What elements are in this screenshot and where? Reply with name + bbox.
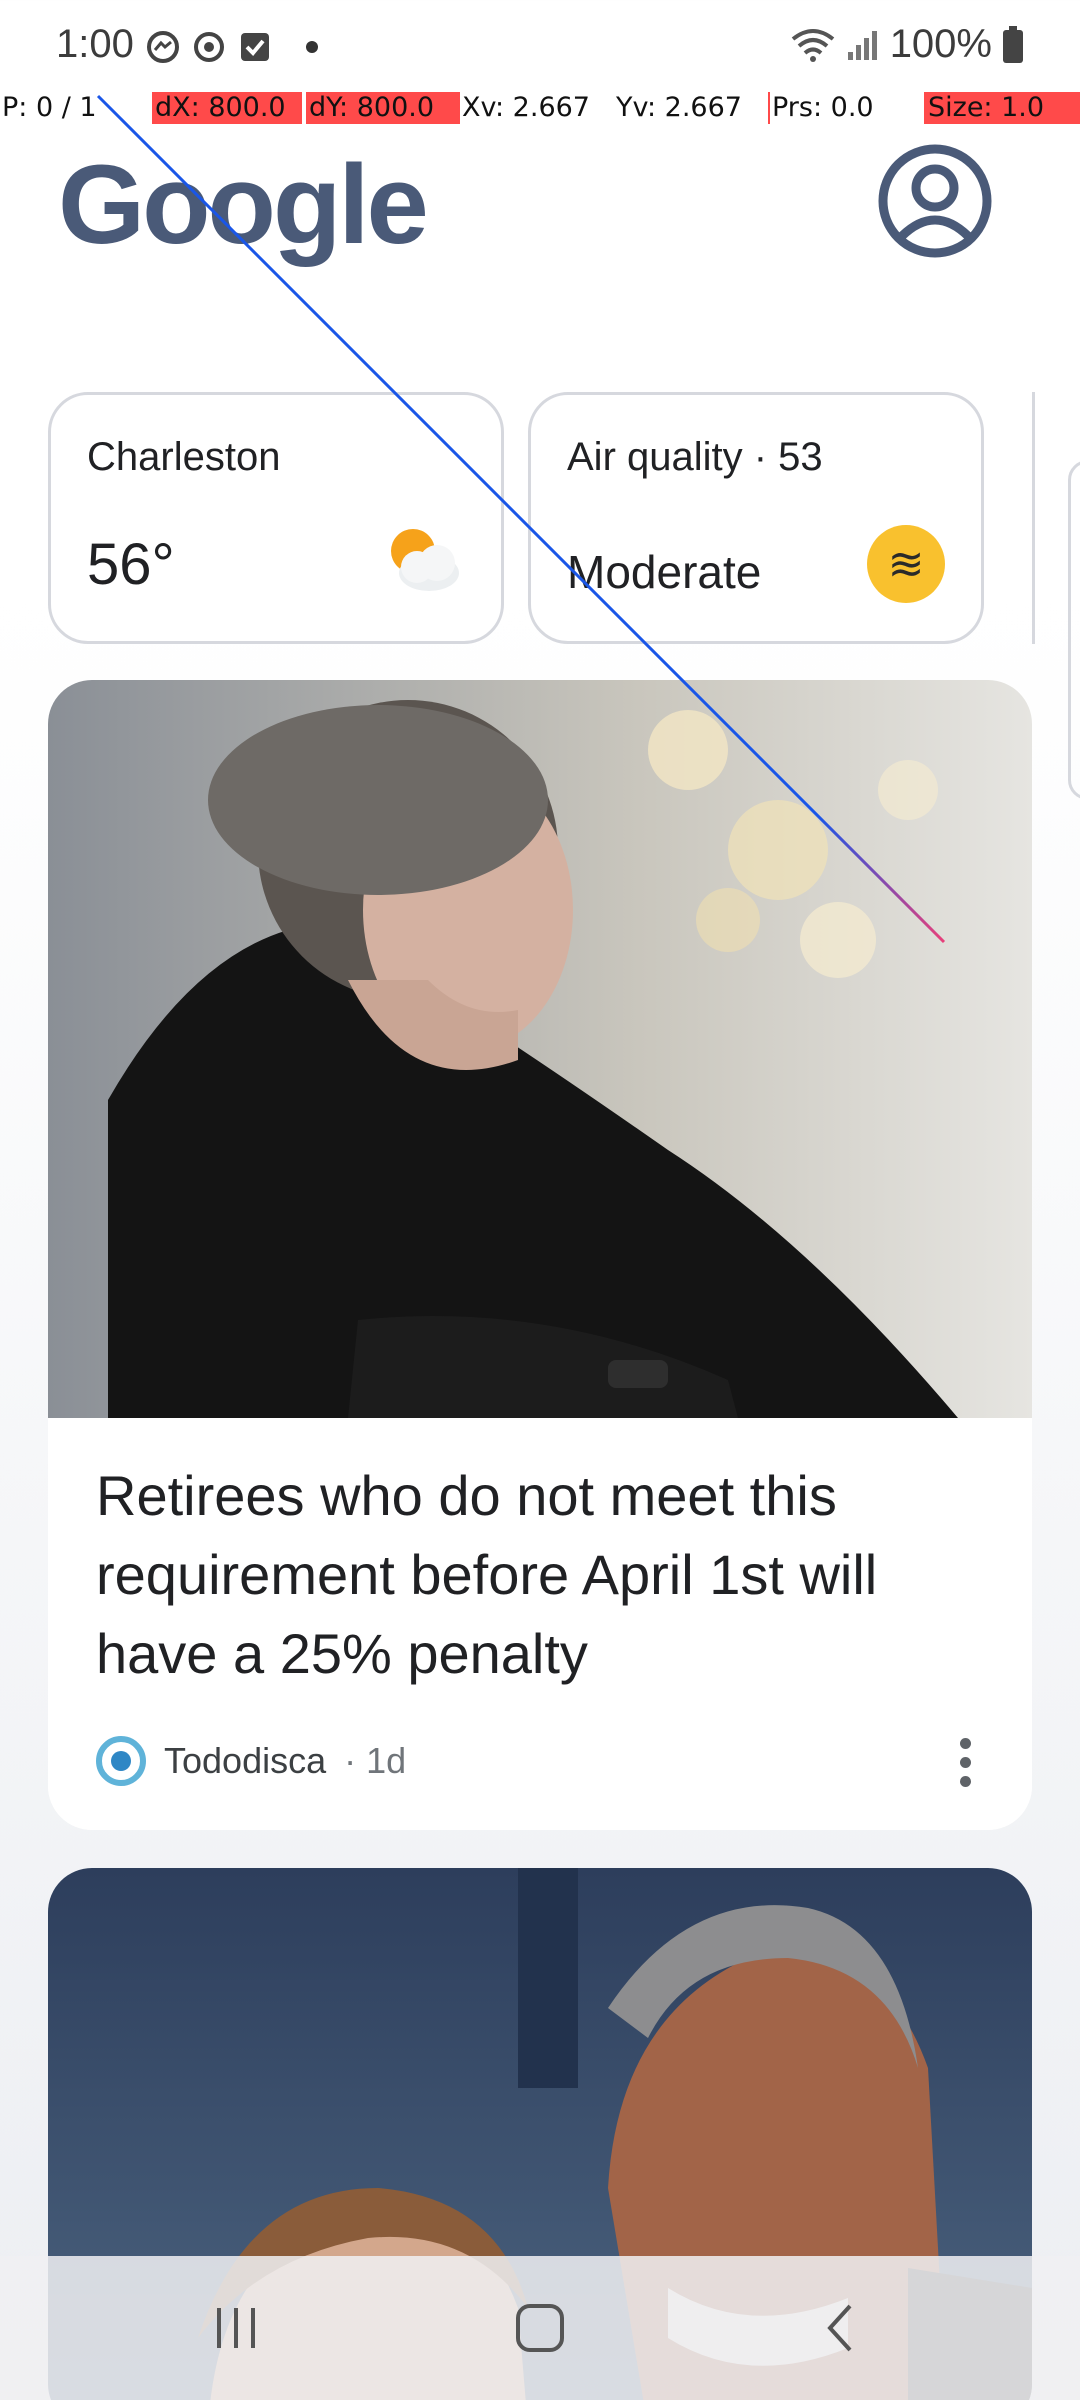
google-logo: Google bbox=[58, 142, 429, 267]
pointer-prs-tick bbox=[768, 92, 770, 124]
status-time: 1:00 bbox=[56, 22, 134, 66]
home-icon bbox=[516, 2304, 564, 2352]
messenger-icon bbox=[147, 31, 179, 63]
next-card-peek[interactable] bbox=[1068, 460, 1080, 800]
air-quality-card[interactable]: Air quality · 53 Moderate ≋ bbox=[528, 392, 984, 644]
air-quality-title: Air quality · 53 bbox=[567, 435, 823, 479]
news-card[interactable]: Retirees who do not meet this requiremen… bbox=[48, 680, 1032, 1830]
pointer-xv: Xv: 2.667 bbox=[462, 92, 590, 123]
navigation-bar bbox=[0, 2256, 1080, 2400]
elderly-woman-photo bbox=[48, 680, 1032, 1418]
wifi-icon bbox=[791, 28, 834, 62]
battery-percent: 100% bbox=[889, 22, 992, 66]
recents-button[interactable] bbox=[196, 2298, 276, 2358]
home-button[interactable] bbox=[500, 2298, 580, 2358]
account-button[interactable] bbox=[878, 144, 992, 258]
pointer-yv: Yv: 2.667 bbox=[616, 92, 742, 123]
air-quality-status: Moderate bbox=[567, 546, 762, 598]
recents-icon bbox=[217, 2308, 255, 2348]
pointer-location-bar: P: 0 / 1 dX: 800.0 dY: 800.0 Xv: 2.667 Y… bbox=[0, 92, 1080, 124]
dot-icon bbox=[306, 41, 318, 53]
weather-temperature: 56° bbox=[87, 532, 175, 597]
more-vert-icon bbox=[960, 1738, 971, 1749]
weather-card[interactable]: Charleston 56° bbox=[48, 392, 504, 644]
pointer-size: Size: 1.0 bbox=[924, 92, 1080, 124]
news-title[interactable]: Retirees who do not meet this requiremen… bbox=[96, 1456, 996, 1693]
signal-icon bbox=[847, 30, 877, 60]
source-logo-icon bbox=[96, 1736, 146, 1786]
back-icon bbox=[827, 2304, 852, 2352]
status-system-icons: 100% bbox=[790, 22, 1024, 67]
battery-icon bbox=[1003, 25, 1023, 63]
cards-edge-divider bbox=[1032, 392, 1035, 644]
air-waves-icon: ≋ bbox=[867, 525, 945, 603]
back-button[interactable] bbox=[800, 2298, 880, 2358]
news-source[interactable]: Tododisca · 1d bbox=[96, 1736, 406, 1786]
source-age: · 1d bbox=[344, 1740, 407, 1781]
status-bar: 1:00 100% bbox=[0, 0, 1080, 96]
sync-icon bbox=[194, 32, 224, 62]
pointer-dx: dX: 800.0 bbox=[152, 92, 302, 124]
more-options-button[interactable] bbox=[960, 1738, 974, 1787]
checkbox-icon bbox=[241, 33, 269, 61]
status-notification-icons bbox=[146, 30, 318, 64]
account-circle-icon bbox=[878, 144, 992, 258]
news-card-body: Retirees who do not meet this requiremen… bbox=[48, 1418, 1032, 1830]
partly-cloudy-icon bbox=[391, 529, 459, 591]
pointer-dy: dY: 800.0 bbox=[306, 92, 460, 124]
weather-city: Charleston bbox=[87, 435, 281, 479]
pointer-prs: Prs: 0.0 bbox=[772, 92, 874, 123]
source-name: Tododisca bbox=[164, 1740, 327, 1781]
pointer-count: P: 0 / 1 bbox=[2, 92, 97, 123]
